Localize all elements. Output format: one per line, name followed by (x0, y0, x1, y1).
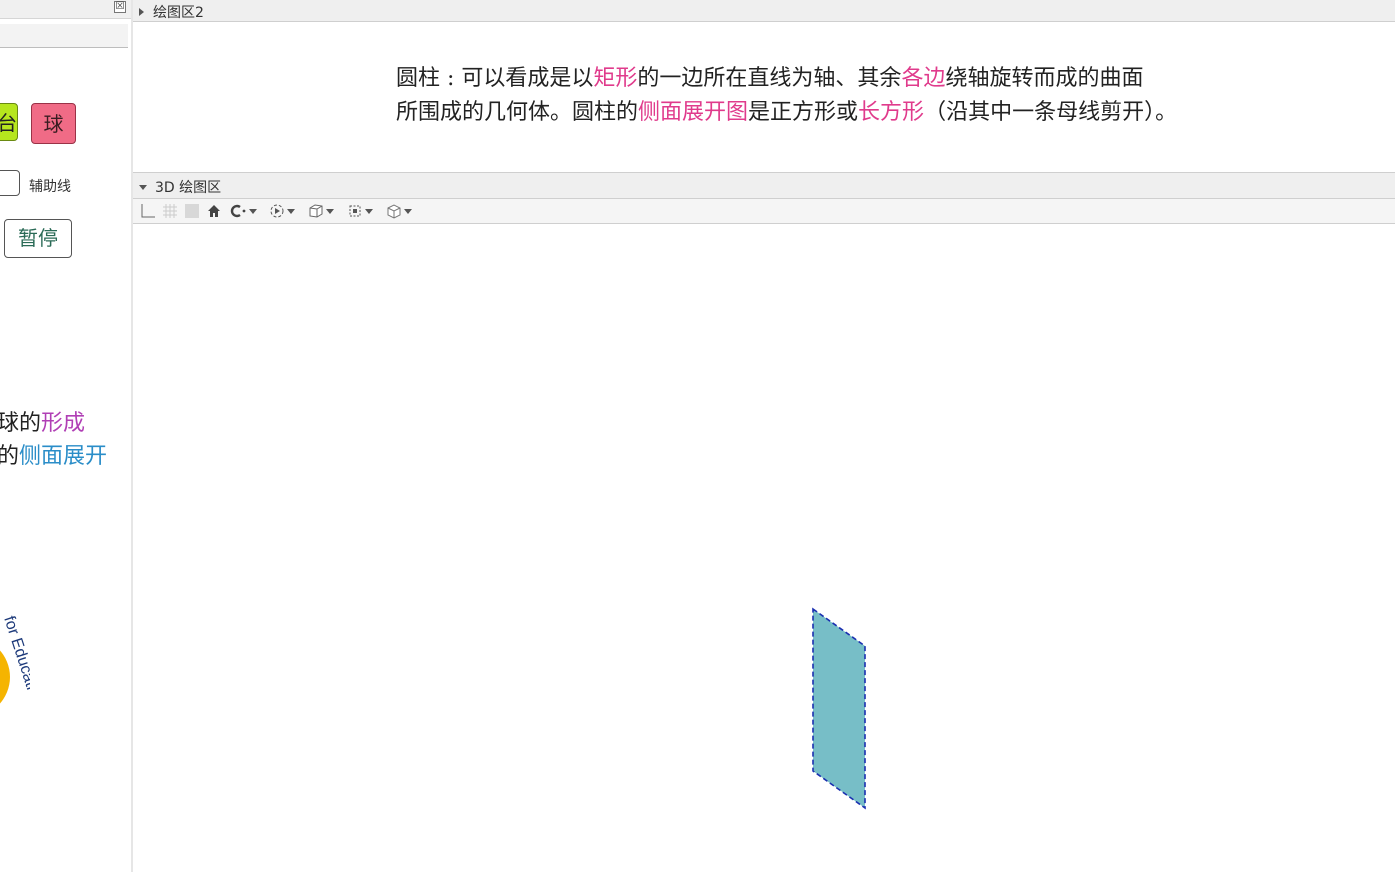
left-text-line-1-highlight: 形成 (41, 411, 86, 436)
projection-icon[interactable] (347, 202, 373, 220)
left-text-line-2-highlight: 侧面展开 (19, 444, 108, 469)
shape-button-green[interactable]: 台 (0, 103, 18, 141)
view3d-title-text: 3D 绘图区 (155, 180, 222, 196)
definition-text: 圆柱 : 可以看成是以 (396, 66, 594, 91)
definition-highlight: 矩形 (593, 66, 638, 91)
definition-text: （沿其中一条母线剪开）。 (924, 100, 1178, 125)
graphics2-title: 绘图区2 (139, 2, 204, 22)
view-cube-icon[interactable] (308, 202, 334, 220)
view3d-scene[interactable] (133, 224, 1395, 872)
view3d-header[interactable]: 3D 绘图区 (133, 172, 1395, 199)
geogebra-logo: for Educati (0, 614, 30, 714)
definition-line-1: 圆柱 : 可以看成是以矩形的一边所在直线为轴、其余各边绕轴旋转而成的曲面 (396, 62, 1177, 96)
close-icon[interactable]: ☒ (114, 1, 126, 13)
left-panel-titlebar: ☒ (0, 0, 131, 19)
rotate-view-icon[interactable] (229, 202, 257, 220)
definition-text: 绕轴旋转而成的曲面 (945, 66, 1144, 91)
standard-view-icon[interactable] (386, 202, 412, 220)
left-panel: ☒ 台 球 辅助线 暂停 球的形成 的侧面展开 for Educati (0, 0, 132, 872)
unrolled-lateral-surface[interactable] (812, 607, 866, 810)
left-text-line-1-prefix: 球的 (0, 411, 42, 436)
aux-line-label: 辅助线 (29, 179, 71, 195)
definition-line-2: 所围成的几何体。圆柱的侧面展开图是正方形或长方形（沿其中一条母线剪开）。 (396, 96, 1177, 130)
cylinder-definition: 圆柱 : 可以看成是以矩形的一边所在直线为轴、其余各边绕轴旋转而成的曲面 所围成… (396, 62, 1177, 130)
grid-icon[interactable] (162, 202, 178, 220)
definition-text: 所围成的几何体。圆柱的 (396, 100, 639, 125)
collapse-arrow-icon[interactable] (139, 185, 147, 190)
definition-text: 的一边所在直线为轴、其余 (637, 66, 902, 91)
view3d-canvas[interactable] (133, 224, 1395, 872)
definition-highlight: 侧面展开图 (638, 100, 749, 125)
ball-button[interactable]: 球 (31, 103, 76, 144)
left-text-line-2-prefix: 的 (0, 444, 19, 469)
view3d-title: 3D 绘图区 (139, 177, 221, 197)
plane-icon[interactable] (184, 202, 200, 220)
expand-arrow-icon[interactable] (139, 8, 144, 16)
left-text-line-2: 的侧面展开 (0, 438, 131, 470)
animate-icon[interactable] (269, 202, 295, 220)
left-text-line-1: 球的形成 (0, 405, 131, 437)
view3d-toolbar (133, 199, 1395, 224)
definition-text: 是正方形或 (748, 100, 859, 125)
aux-line-checkbox[interactable] (0, 170, 20, 196)
graphics2-title-text: 绘图区2 (153, 5, 204, 21)
graphics2-header[interactable]: 绘图区2 (133, 0, 1395, 22)
left-panel-toolbar (0, 24, 128, 48)
home-icon[interactable] (207, 202, 221, 220)
graphics2-view[interactable]: 圆柱 : 可以看成是以矩形的一边所在直线为轴、其余各边绕轴旋转而成的曲面 所围成… (133, 22, 1395, 171)
definition-highlight: 长方形 (858, 100, 925, 125)
axes-icon[interactable] (140, 202, 156, 220)
pause-button[interactable]: 暂停 (4, 219, 72, 258)
definition-highlight: 各边 (901, 66, 946, 91)
